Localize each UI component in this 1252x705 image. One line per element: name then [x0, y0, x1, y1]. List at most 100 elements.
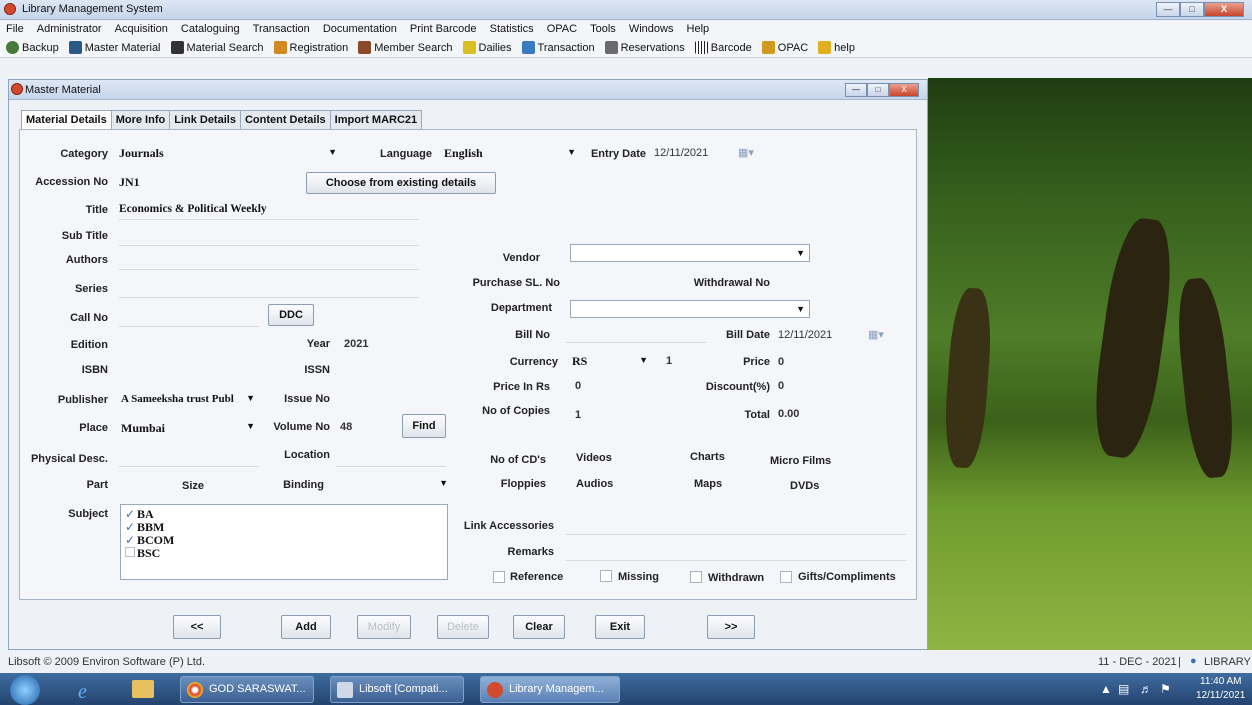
subject-name: BCOM — [137, 533, 175, 547]
menu-bar: File Administrator Acquisition Catalogui… — [0, 21, 1252, 38]
close-icon[interactable]: X — [889, 83, 919, 97]
document-icon — [337, 682, 353, 698]
toolbar-help[interactable]: help — [818, 41, 855, 54]
currency-select[interactable]: RS ▼ — [570, 352, 652, 370]
menu-help[interactable]: Help — [687, 23, 710, 35]
toolbar-barcode[interactable]: Barcode — [694, 41, 752, 54]
calendar-icon[interactable]: ▦▾ — [868, 328, 884, 341]
reference-checkbox[interactable] — [493, 571, 505, 583]
volume-no-value[interactable]: 48 — [340, 421, 352, 433]
tab-more-info[interactable]: More Info — [110, 110, 171, 129]
toolbar-dailies[interactable]: Dailies — [462, 41, 512, 54]
entry-date-value[interactable]: 12/11/2021 — [654, 147, 708, 159]
vendor-select[interactable]: ▼ — [570, 244, 810, 262]
no-of-copies-value[interactable]: 1 — [575, 409, 581, 421]
restore-icon[interactable]: □ — [867, 83, 889, 97]
videos-label: Videos — [576, 452, 612, 464]
checkbox-icon — [125, 547, 135, 557]
entry-date-label: Entry Date — [590, 148, 646, 160]
clear-button[interactable]: Clear — [513, 615, 565, 639]
menu-print-barcode[interactable]: Print Barcode — [410, 23, 477, 35]
toolbar-registration[interactable]: Registration — [273, 41, 348, 54]
publisher-select[interactable]: A Sameeksha trust Publ ▼ — [119, 390, 259, 408]
year-label: Year — [306, 338, 330, 350]
tray-up-icon[interactable]: ▲ — [1100, 682, 1112, 696]
delete-button[interactable]: Delete — [437, 615, 489, 639]
window-controls: — □ X — [1156, 2, 1244, 17]
toolbar-master-material[interactable]: Master Material — [68, 41, 161, 54]
menu-opac[interactable]: OPAC — [547, 23, 577, 35]
choose-existing-button[interactable]: Choose from existing details — [306, 172, 496, 194]
price-value[interactable]: 0 — [778, 356, 784, 368]
language-select[interactable]: English ▼ — [440, 144, 580, 162]
backup-icon — [6, 41, 19, 54]
gifts-checkbox[interactable] — [780, 571, 792, 583]
taskbar-item-browser[interactable]: GOD SARASWAT... — [180, 676, 314, 703]
start-button-icon[interactable] — [10, 675, 40, 705]
issue-no-label: Issue No — [284, 393, 330, 405]
menu-cataloguing[interactable]: Cataloguing — [181, 23, 240, 35]
toolbar-label: Reservations — [620, 41, 685, 54]
toolbar-opac[interactable]: OPAC — [761, 41, 808, 54]
toolbar-member-search[interactable]: Member Search — [358, 41, 453, 54]
binding-select[interactable]: ▼ — [330, 475, 452, 493]
clock-date[interactable]: 12/11/2021 — [1196, 690, 1245, 701]
modify-button[interactable]: Modify — [357, 615, 411, 639]
minimize-icon[interactable]: — — [845, 83, 867, 97]
taskbar-item-library[interactable]: Library Managem... — [480, 676, 620, 703]
withdrawn-checkbox[interactable] — [690, 571, 702, 583]
ddc-button[interactable]: DDC — [268, 304, 314, 326]
help-icon — [818, 41, 832, 54]
minimize-icon[interactable]: — — [1156, 2, 1180, 17]
toolbar-backup[interactable]: Backup — [6, 41, 59, 54]
exit-button[interactable]: Exit — [595, 615, 645, 639]
find-button[interactable]: Find — [402, 414, 446, 438]
maximize-icon[interactable]: □ — [1180, 2, 1204, 17]
menu-transaction[interactable]: Transaction — [253, 23, 310, 35]
subject-item-bsc[interactable]: BSC — [125, 546, 160, 561]
accession-label: Accession No — [35, 176, 108, 188]
previous-button[interactable]: << — [173, 615, 221, 639]
place-select[interactable]: Mumbai ▼ — [119, 418, 259, 436]
department-select[interactable]: ▼ — [570, 300, 810, 318]
menu-tools[interactable]: Tools — [590, 23, 616, 35]
flag-icon[interactable]: ⚑ — [1160, 682, 1171, 696]
price-in-rs-value[interactable]: 0 — [575, 380, 581, 392]
next-button[interactable]: >> — [707, 615, 755, 639]
volume-icon[interactable]: ♬ — [1140, 682, 1152, 696]
tab-import-marc21[interactable]: Import MARC21 — [329, 110, 423, 129]
close-icon[interactable]: X — [1204, 2, 1244, 17]
taskbar-item-libsoft[interactable]: Libsoft [Compati... — [330, 676, 464, 703]
menu-administrator[interactable]: Administrator — [37, 23, 102, 35]
network-icon[interactable]: ▤ — [1118, 682, 1129, 696]
currency-rate-value[interactable]: 1 — [666, 355, 672, 367]
internet-explorer-icon[interactable]: e — [78, 681, 87, 704]
category-label: Category — [60, 148, 108, 160]
folder-icon[interactable] — [132, 680, 154, 698]
title-value[interactable]: Economics & Political Weekly — [119, 203, 267, 215]
accession-value[interactable]: JN1 — [119, 175, 140, 190]
authors-label: Authors — [65, 254, 108, 266]
tab-link-details[interactable]: Link Details — [169, 110, 241, 129]
toolbar-reservations[interactable]: Reservations — [604, 41, 685, 54]
category-select[interactable]: Journals ▼ — [115, 144, 341, 162]
toolbar-label: Backup — [22, 41, 59, 54]
clock-time[interactable]: 11:40 AM — [1200, 676, 1242, 687]
discount-value[interactable]: 0 — [778, 380, 784, 392]
menu-acquisition[interactable]: Acquisition — [115, 23, 168, 35]
year-value[interactable]: 2021 — [344, 338, 368, 350]
menu-statistics[interactable]: Statistics — [490, 23, 534, 35]
subject-list[interactable]: ✓ BA ✓ BBM ✓ BCOM BSC — [120, 504, 448, 580]
toolbar-transaction[interactable]: Transaction — [521, 41, 595, 54]
place-value: Mumbai — [121, 421, 166, 435]
menu-windows[interactable]: Windows — [629, 23, 674, 35]
add-button[interactable]: Add — [281, 615, 331, 639]
menu-file[interactable]: File — [6, 23, 24, 35]
tab-material-details[interactable]: Material Details — [21, 110, 112, 129]
calendar-icon[interactable]: ▦▾ — [738, 146, 754, 159]
tab-content-details[interactable]: Content Details — [239, 110, 331, 129]
toolbar-material-search[interactable]: Material Search — [170, 41, 264, 54]
missing-checkbox[interactable] — [600, 570, 612, 582]
bill-date-value[interactable]: 12/11/2021 — [778, 329, 832, 341]
menu-documentation[interactable]: Documentation — [323, 23, 397, 35]
